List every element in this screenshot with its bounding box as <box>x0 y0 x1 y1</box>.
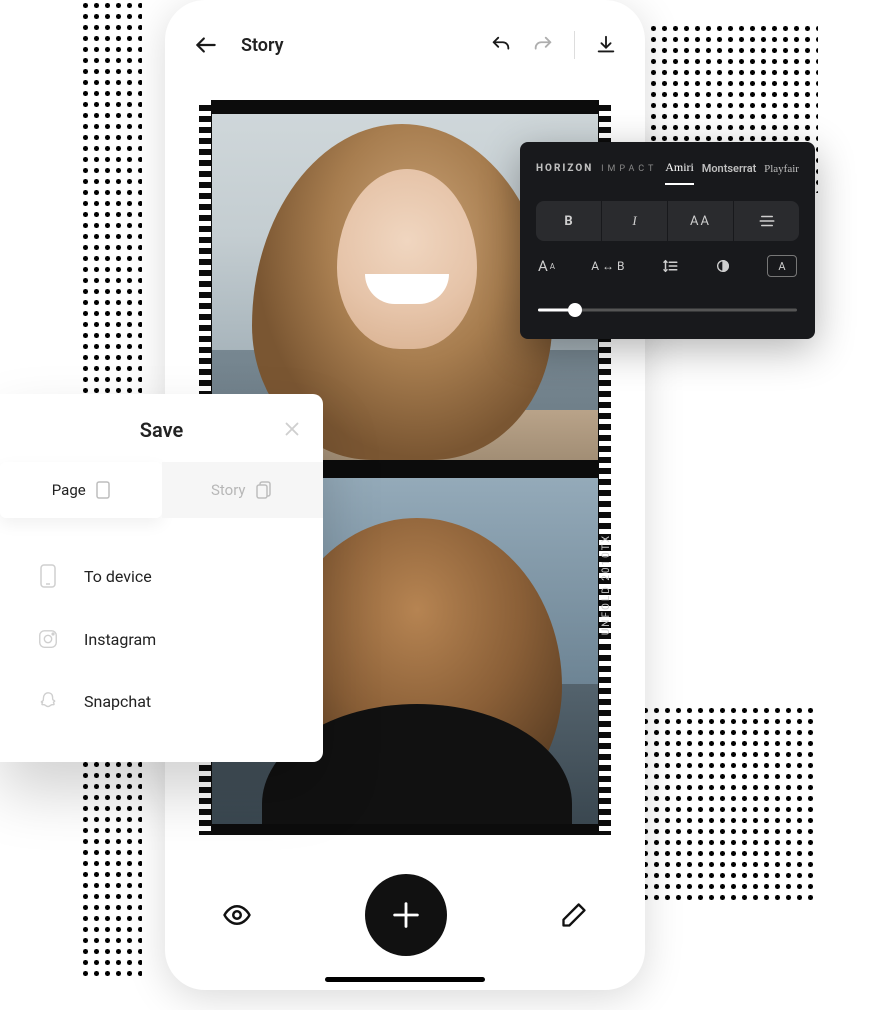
save-to-device-label: To device <box>84 567 152 586</box>
save-panel: Save Page Story To device Instagram <box>0 394 323 762</box>
redo-icon[interactable] <box>532 34 554 56</box>
back-icon[interactable] <box>193 32 219 58</box>
close-icon[interactable] <box>281 418 303 440</box>
font-amiri[interactable]: Amiri <box>665 160 694 185</box>
snapchat-icon <box>36 690 60 712</box>
device-icon <box>36 564 60 588</box>
undo-icon[interactable] <box>490 34 512 56</box>
bold-button[interactable]: B <box>536 201 601 241</box>
tab-page-label: Page <box>52 481 86 499</box>
download-icon[interactable] <box>595 34 617 56</box>
film-label-right: UNFOLD 2010TX <box>601 534 612 635</box>
style-row: B I AA <box>536 201 799 241</box>
save-title: Save <box>140 418 183 442</box>
save-snapchat-label: Snapchat <box>84 692 151 711</box>
save-to-device[interactable]: To device <box>36 544 287 608</box>
caps-button[interactable]: AA <box>667 201 733 241</box>
save-instagram-label: Instagram <box>84 630 156 649</box>
size-slider[interactable] <box>536 303 799 317</box>
contrast-tool[interactable] <box>715 258 731 274</box>
line-height-tool[interactable] <box>661 257 679 275</box>
decor-dots-bottom-right <box>618 705 818 905</box>
font-montserrat[interactable]: Montserrat <box>702 162 757 183</box>
text-size-tool[interactable]: AA <box>538 257 555 275</box>
save-snapchat[interactable]: Snapchat <box>36 670 287 732</box>
save-instagram[interactable]: Instagram <box>36 608 287 670</box>
top-bar: Story <box>165 0 645 90</box>
font-playfair[interactable]: Playfair <box>764 163 799 183</box>
home-indicator <box>325 977 485 982</box>
page-title: Story <box>241 35 284 56</box>
preview-icon[interactable] <box>222 900 252 930</box>
font-horizon[interactable]: HORIZON <box>536 163 593 182</box>
typography-panel: HORIZON IMPACT Amiri Montserrat Playfair… <box>520 142 815 339</box>
font-list: HORIZON IMPACT Amiri Montserrat Playfair <box>536 160 799 185</box>
text-box-tool[interactable]: A <box>767 255 797 277</box>
letter-spacing-tool[interactable]: A ↔ B <box>591 259 624 273</box>
divider <box>574 31 575 59</box>
tab-story-label: Story <box>211 481 246 499</box>
align-button[interactable] <box>733 201 799 241</box>
tab-story[interactable]: Story <box>162 462 324 518</box>
italic-button[interactable]: I <box>601 201 667 241</box>
font-impact[interactable]: IMPACT <box>601 164 657 182</box>
save-tabs: Page Story <box>0 462 323 518</box>
edit-icon[interactable] <box>560 901 588 929</box>
tab-page[interactable]: Page <box>0 462 162 518</box>
instagram-icon <box>36 628 60 650</box>
add-button[interactable] <box>365 874 447 956</box>
bottom-bar <box>165 860 645 970</box>
